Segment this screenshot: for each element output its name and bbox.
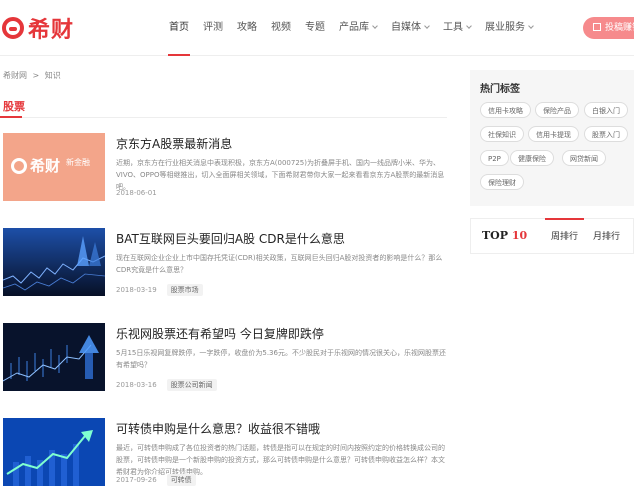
article-title[interactable]: 乐视网股票还有希望吗 今日复牌即跌停 bbox=[116, 325, 324, 342]
article-date: 2018-03-16 bbox=[116, 381, 157, 389]
top10-title: TOP 10 bbox=[482, 229, 528, 242]
growth-chart-image bbox=[3, 418, 105, 486]
article-title[interactable]: 可转债申购是什么意思？收益很不错哦 bbox=[116, 420, 320, 437]
tab-weekly[interactable]: 周排行 bbox=[544, 218, 585, 242]
nav-item-topic[interactable]: 专题 bbox=[298, 0, 332, 56]
article-thumbnail[interactable] bbox=[3, 323, 105, 391]
article-meta: 2018-03-16 股票公司新闻 bbox=[116, 379, 217, 391]
nav-item-video[interactable]: 视频 bbox=[264, 0, 298, 56]
article-meta: 2017-09-26 可转债 bbox=[116, 474, 196, 486]
chevron-down-icon bbox=[424, 23, 430, 29]
article-tag[interactable]: 股票市场 bbox=[166, 284, 203, 296]
logo-icon bbox=[2, 17, 24, 39]
article-summary: 最近，可转债申购成了各位投资者的热门话题，转债是指可以在规定的时间内按照约定的价… bbox=[116, 444, 445, 476]
main-nav: 首页 评测 攻略 视频 专题 产品库 自媒体 工具 展业服务 bbox=[162, 0, 540, 56]
article-tag[interactable]: 股票公司新闻 bbox=[166, 379, 217, 391]
hot-tag[interactable]: 保险产品 bbox=[535, 102, 579, 118]
chevron-down-icon bbox=[466, 23, 472, 29]
article-summary: 5月15日乐视网复牌跌停，一字跌停，收盘价为5.36元。不少股民对于乐视网的情况… bbox=[116, 349, 446, 369]
section-divider bbox=[0, 116, 447, 118]
article-date: 2018-03-19 bbox=[116, 286, 157, 294]
article-meta: 2018-06-01 bbox=[116, 189, 157, 197]
article-thumbnail[interactable] bbox=[3, 418, 105, 486]
article-thumbnail[interactable]: 希财 新金融 bbox=[3, 133, 105, 201]
article-tag[interactable]: 可转债 bbox=[166, 474, 196, 486]
stock-chart-image bbox=[3, 323, 105, 391]
article-item[interactable]: BAT互联网巨头要回归A股 CDR是什么意思 现在互联网企业企业上市中国存托凭证… bbox=[3, 228, 450, 298]
article-thumbnail[interactable] bbox=[3, 228, 105, 296]
site-header: 希财 首页 评测 攻略 视频 专题 产品库 自媒体 工具 展业服务 投稿赚钱 bbox=[0, 0, 634, 56]
article-date: 2017-09-26 bbox=[116, 476, 157, 484]
nav-item-home[interactable]: 首页 bbox=[162, 0, 196, 56]
article-summary: 近期，京东方在行业相关消息中表现积极，京东方A(000725)为折叠屏手机、国内… bbox=[116, 159, 445, 191]
hot-tag[interactable]: 网贷新闻 bbox=[562, 150, 606, 166]
article-item[interactable]: 希财 新金融 京东方A股票最新消息 近期，京东方在行业相关消息中表现积极，京东方… bbox=[3, 133, 450, 203]
hot-tag[interactable]: 健康保险 bbox=[510, 150, 554, 166]
nav-item-products[interactable]: 产品库 bbox=[332, 0, 384, 56]
tab-monthly[interactable]: 月排行 bbox=[593, 229, 620, 242]
nav-item-tools[interactable]: 工具 bbox=[436, 0, 478, 56]
chevron-down-icon bbox=[528, 23, 534, 29]
article-summary: 现在互联网企业企业上市中国存托凭证(CDR)相关政策，互联网巨头回归A股对投资者… bbox=[116, 254, 443, 274]
article-item[interactable]: 可转债申购是什么意思？收益很不错哦 最近，可转债申购成了各位投资者的热门话题，转… bbox=[3, 418, 450, 488]
article-title[interactable]: 京东方A股票最新消息 bbox=[116, 135, 232, 152]
logo-text: 希财 bbox=[28, 18, 75, 43]
hot-tag[interactable]: 社保知识 bbox=[480, 126, 524, 142]
logo-icon bbox=[11, 157, 27, 174]
article-meta: 2018-03-19 股票市场 bbox=[116, 284, 203, 296]
breadcrumb-current[interactable]: 知识 bbox=[45, 71, 61, 80]
thumbnail-logo: 希财 bbox=[11, 155, 60, 176]
hot-tags-panel: 热门标签 信用卡攻略 保险产品 白银入门 社保知识 信用卡提现 股票入门 P2P… bbox=[470, 70, 634, 206]
nav-item-guide[interactable]: 攻略 bbox=[230, 0, 264, 56]
hot-tag[interactable]: 白银入门 bbox=[584, 102, 628, 118]
nav-item-media[interactable]: 自媒体 bbox=[384, 0, 436, 56]
breadcrumb-home-link[interactable]: 希财网 bbox=[3, 71, 27, 80]
article-title[interactable]: BAT互联网巨头要回归A股 CDR是什么意思 bbox=[116, 230, 345, 247]
stock-chart-image bbox=[3, 228, 105, 296]
section-title: 股票 bbox=[3, 100, 25, 113]
breadcrumb: 希财网 > 知识 bbox=[3, 70, 64, 81]
nav-item-services[interactable]: 展业服务 bbox=[478, 0, 540, 56]
hot-tag[interactable]: 信用卡攻略 bbox=[480, 102, 531, 118]
breadcrumb-separator: > bbox=[32, 71, 40, 80]
site-logo[interactable]: 希财 bbox=[2, 12, 74, 44]
hot-tags-title: 热门标签 bbox=[480, 84, 520, 95]
edit-icon bbox=[593, 23, 601, 31]
article-date: 2018-06-01 bbox=[116, 189, 157, 197]
top10-panel: TOP 10 周排行 月排行 bbox=[470, 218, 634, 254]
hot-tag[interactable]: 信用卡提现 bbox=[528, 126, 579, 142]
hot-tag[interactable]: 保险理财 bbox=[480, 174, 524, 190]
chevron-down-icon bbox=[372, 23, 378, 29]
nav-item-review[interactable]: 评测 bbox=[196, 0, 230, 56]
article-item[interactable]: 乐视网股票还有希望吗 今日复牌即跌停 5月15日乐视网复牌跌停，一字跌停，收盘价… bbox=[3, 323, 450, 393]
hot-tag[interactable]: P2P bbox=[480, 150, 509, 166]
hot-tag[interactable]: 股票入门 bbox=[584, 126, 628, 142]
contribute-button[interactable]: 投稿赚钱 bbox=[583, 17, 634, 39]
